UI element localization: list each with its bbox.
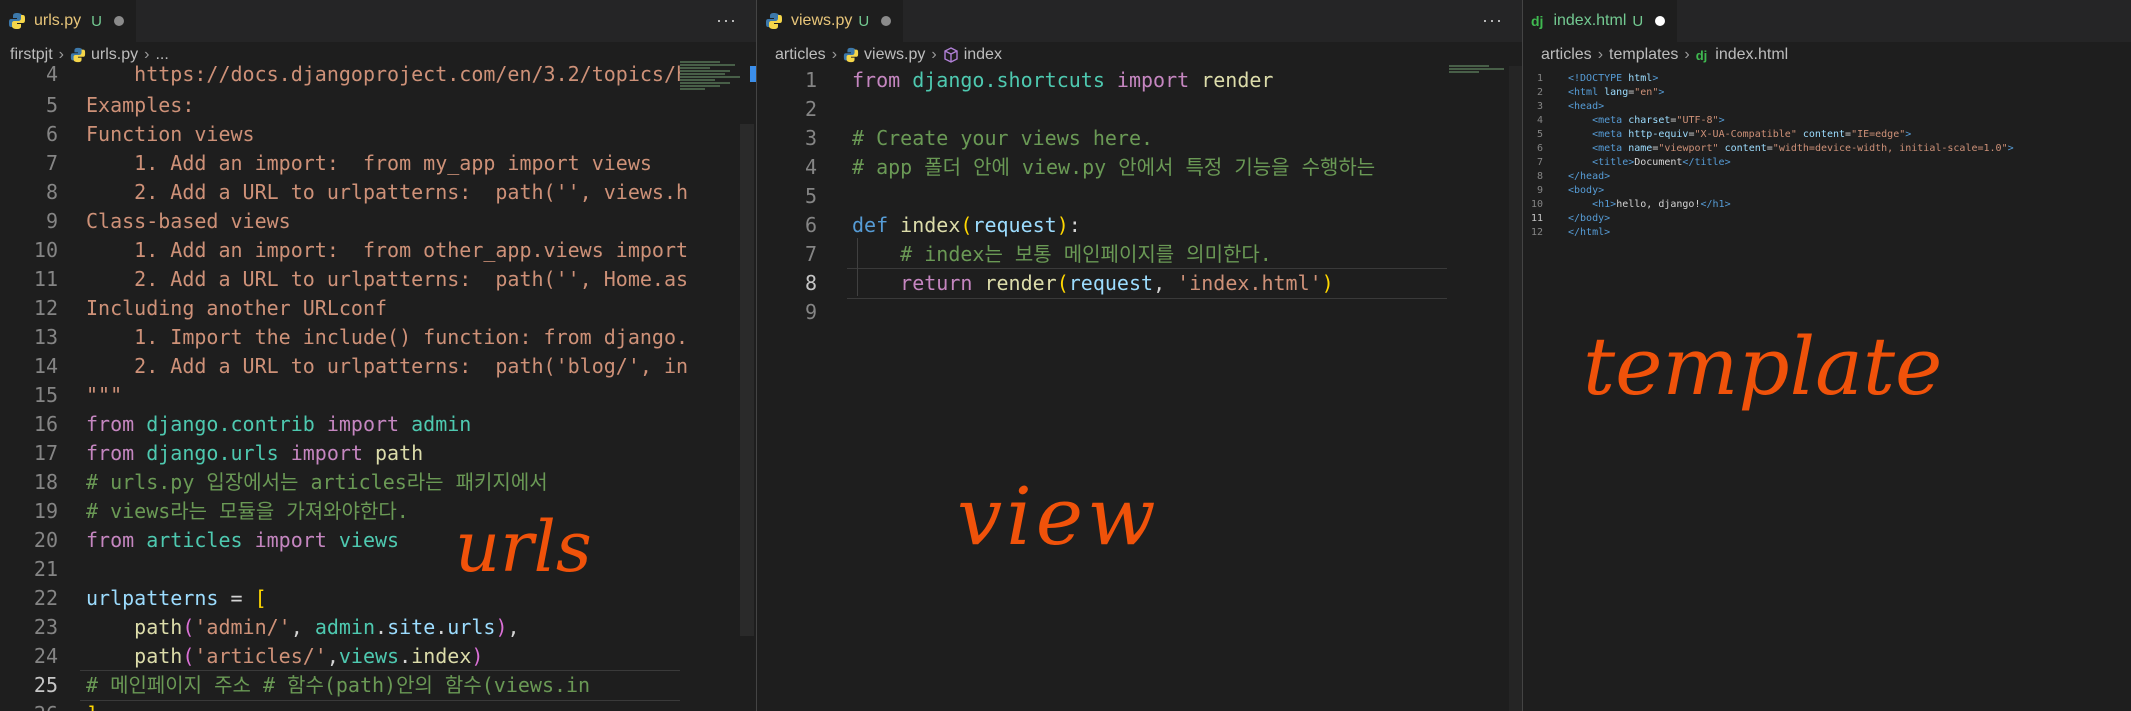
tab-bar: views.py U ···	[757, 0, 1522, 42]
tab-bar: urls.py U ···	[0, 0, 756, 42]
breadcrumb-item-file[interactable]: views.py	[864, 46, 925, 64]
chevron-right-icon: ›	[1597, 46, 1604, 63]
code-editor[interactable]: 1 from django.shortcuts import render 2 3…	[757, 68, 1522, 711]
modified-badge: U	[858, 12, 870, 30]
breadcrumb: articles › templates › dj index.html	[1523, 42, 2131, 68]
django-icon: dj	[1695, 47, 1708, 63]
tab-label: urls.py	[34, 12, 82, 29]
more-actions-icon[interactable]: ···	[716, 10, 737, 31]
tab-index-html[interactable]: dj index.html U	[1523, 0, 1678, 42]
more-actions-icon[interactable]: ···	[1482, 10, 1503, 31]
tab-bar: dj index.html U	[1523, 0, 2131, 42]
python-icon	[70, 47, 86, 63]
modified-badge: U	[1632, 12, 1644, 30]
breadcrumb-item-folder[interactable]: templates	[1609, 46, 1678, 64]
chevron-right-icon: ›	[831, 46, 838, 63]
breadcrumb-item-folder[interactable]: articles	[775, 46, 826, 64]
tab-views-py[interactable]: views.py U	[757, 0, 904, 42]
handwritten-annotation-template: template	[1583, 320, 1943, 413]
handwritten-annotation-view: view	[957, 470, 1160, 563]
python-icon	[765, 12, 783, 30]
unsaved-dot-icon[interactable]	[113, 16, 124, 26]
code-editor[interactable]: 4 https://docs.djangoproject.com/en/3.2/…	[0, 62, 756, 711]
chevron-right-icon: ›	[931, 46, 937, 63]
breadcrumb-item-folder[interactable]: articles	[1541, 46, 1592, 64]
editor-pane-urls: urls.py U ··· firstpjt › urls.py › ... 4…	[0, 0, 756, 711]
django-icon: dj	[1531, 13, 1544, 29]
breadcrumb: articles › views.py › index	[757, 42, 1522, 68]
chevron-right-icon: ›	[1684, 46, 1690, 63]
modified-badge: U	[91, 12, 102, 30]
chevron-right-icon: ›	[58, 46, 64, 63]
cube-function-icon	[943, 47, 959, 63]
breadcrumb-item-symbol[interactable]: index	[964, 46, 1002, 64]
editor-pane-index-html: dj index.html U articles › templates › d…	[1523, 0, 2131, 711]
tab-urls-py[interactable]: urls.py U	[0, 0, 136, 42]
tab-label: index.html	[1553, 12, 1627, 29]
editor-pane-views: views.py U ··· articles › views.py › ind…	[757, 0, 1522, 711]
breadcrumb-item-file[interactable]: index.html	[1715, 46, 1788, 64]
vertical-scrollbar[interactable]	[1509, 66, 1522, 711]
unsaved-dot-icon[interactable]	[881, 16, 892, 26]
handwritten-annotation-urls: urls	[455, 506, 592, 588]
tab-label: views.py	[791, 12, 853, 29]
python-icon	[843, 47, 859, 63]
indent-guide	[857, 238, 858, 296]
unsaved-dot-icon[interactable]	[1655, 16, 1666, 26]
vertical-scrollbar[interactable]	[740, 124, 754, 636]
python-icon	[8, 12, 26, 30]
